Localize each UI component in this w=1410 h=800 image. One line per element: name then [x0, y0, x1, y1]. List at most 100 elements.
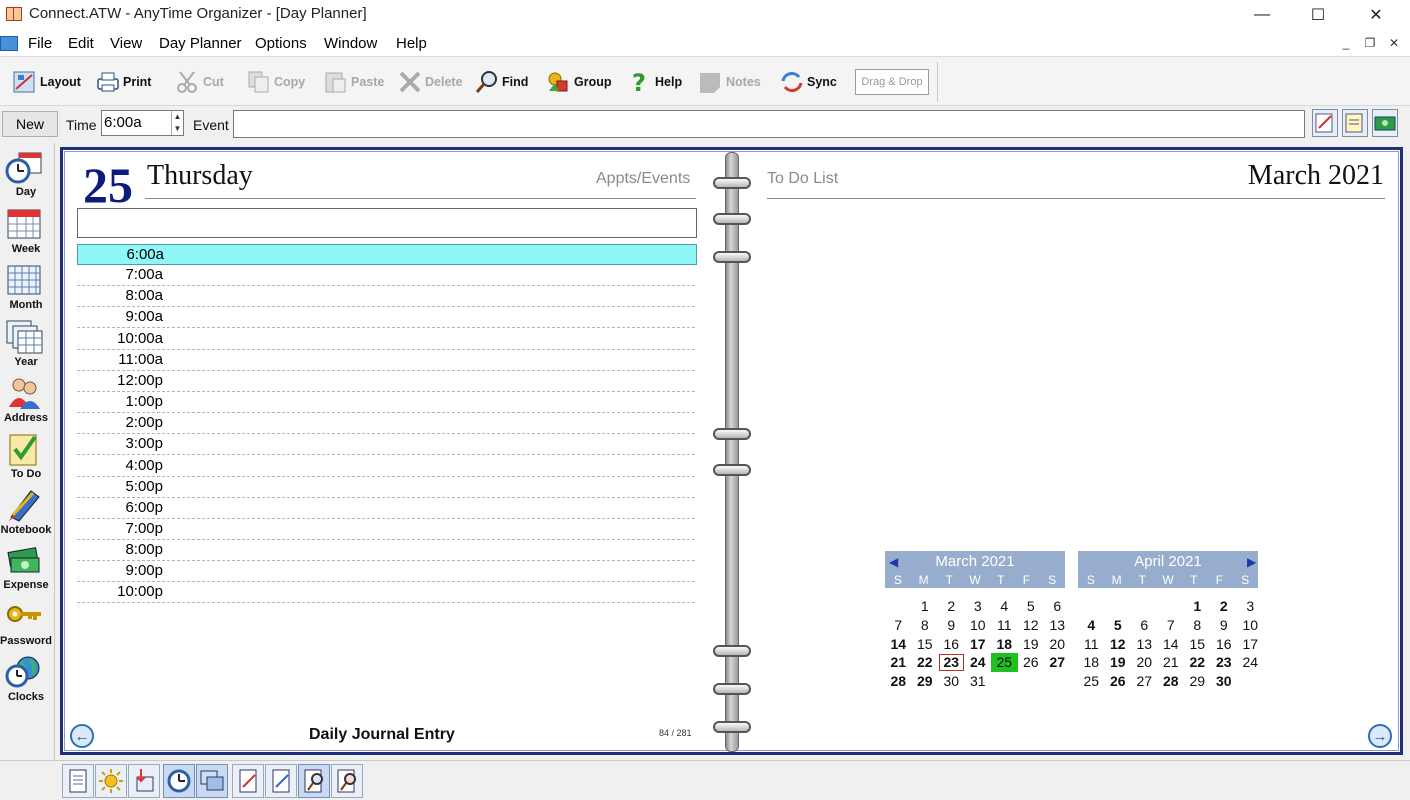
- page-view-icon[interactable]: [62, 764, 94, 798]
- calendar-day[interactable]: 5: [1018, 597, 1045, 616]
- edit-event-icon[interactable]: [1312, 109, 1338, 137]
- calendar-day[interactable]: 1: [912, 597, 939, 616]
- clock-view-icon[interactable]: [163, 764, 195, 798]
- calendar-day[interactable]: 27: [1044, 653, 1071, 672]
- previous-page-arrow-icon[interactable]: ←: [70, 724, 94, 748]
- nav-month[interactable]: Month: [0, 260, 52, 316]
- note-event-icon[interactable]: [1342, 109, 1368, 137]
- mdi-close-button[interactable]: ✕: [1385, 36, 1403, 52]
- calendar-day[interactable]: 29: [912, 672, 939, 691]
- time-slot[interactable]: 7:00p: [77, 519, 695, 540]
- calendar-day[interactable]: 2: [1211, 597, 1238, 616]
- edit-page-icon[interactable]: [232, 764, 264, 798]
- calendar-day[interactable]: 22: [912, 653, 939, 672]
- calendar-day[interactable]: 30: [1211, 672, 1238, 691]
- calendar-day[interactable]: 6: [1131, 616, 1158, 635]
- calendar-day[interactable]: 16: [938, 635, 965, 654]
- time-slot[interactable]: 10:00p: [77, 582, 695, 604]
- all-day-event-field[interactable]: [77, 208, 697, 238]
- document-icon[interactable]: [0, 36, 18, 51]
- multi-window-icon[interactable]: [196, 764, 228, 798]
- calendar-day[interactable]: 8: [912, 616, 939, 635]
- nav-year[interactable]: Year: [0, 317, 52, 373]
- time-slot[interactable]: 2:00p: [77, 413, 695, 435]
- calendar-day[interactable]: 4: [1078, 616, 1105, 635]
- time-spinner[interactable]: ▲ ▼: [171, 111, 183, 135]
- calendar-day[interactable]: 26: [1105, 672, 1132, 691]
- menu-options[interactable]: Options: [255, 35, 307, 52]
- time-slot[interactable]: 1:00p: [77, 392, 695, 414]
- calendar-day[interactable]: 28: [1158, 672, 1185, 691]
- search-page-2-icon[interactable]: [331, 764, 363, 798]
- mdi-restore-button[interactable]: ❐: [1361, 36, 1379, 52]
- menu-day-planner[interactable]: Day Planner: [159, 35, 242, 52]
- calendar-day[interactable]: 17: [1237, 635, 1264, 654]
- calendar-day[interactable]: 31: [965, 672, 992, 691]
- time-slot[interactable]: 10:00a: [77, 329, 695, 350]
- menu-file[interactable]: File: [28, 35, 52, 52]
- calendar-day[interactable]: 4: [991, 597, 1018, 616]
- group-button[interactable]: Group: [546, 66, 612, 98]
- calendar-day[interactable]: 29: [1184, 672, 1211, 691]
- time-slot[interactable]: 12:00p: [77, 371, 695, 392]
- time-slot[interactable]: 11:00a: [77, 350, 695, 371]
- daily-journal-entry[interactable]: Daily Journal Entry: [309, 726, 455, 744]
- close-button[interactable]: ✕: [1348, 0, 1404, 30]
- sun-icon[interactable]: [95, 764, 127, 798]
- calendar-day[interactable]: 11: [1078, 635, 1105, 654]
- calendar-day[interactable]: 27: [1131, 672, 1158, 691]
- calendar-day[interactable]: 28: [885, 672, 912, 691]
- time-slot[interactable]: 9:00p: [77, 561, 695, 583]
- time-field[interactable]: 6:00a ▲ ▼: [101, 110, 184, 136]
- notes-button[interactable]: Notes: [698, 66, 761, 98]
- expense-event-icon[interactable]: [1372, 109, 1398, 137]
- calendar-day[interactable]: 2: [938, 597, 965, 616]
- calendar-day[interactable]: 16: [1211, 635, 1238, 654]
- previous-month-icon[interactable]: ◀: [889, 555, 898, 569]
- nav-notebook[interactable]: Notebook: [0, 485, 52, 541]
- nav-clocks[interactable]: Clocks: [0, 652, 52, 708]
- calendar-day[interactable]: 23: [938, 653, 965, 672]
- mdi-minimize-button[interactable]: _: [1337, 36, 1355, 52]
- menu-edit[interactable]: Edit: [68, 35, 94, 52]
- calendar-day[interactable]: 21: [1158, 653, 1185, 672]
- calendar-day[interactable]: 10: [1237, 616, 1264, 635]
- calendar-day[interactable]: 11: [991, 616, 1018, 635]
- calendar-day[interactable]: 6: [1044, 597, 1071, 616]
- calendar-day[interactable]: 20: [1131, 653, 1158, 672]
- edit-page-2-icon[interactable]: [265, 764, 297, 798]
- nav-password[interactable]: Password: [0, 596, 52, 652]
- calendar-day[interactable]: 18: [1078, 653, 1105, 672]
- calendar-day[interactable]: 14: [885, 635, 912, 654]
- calendar-day[interactable]: 3: [1237, 597, 1264, 616]
- calendar-day[interactable]: 30: [938, 672, 965, 691]
- copy-button[interactable]: Copy: [246, 66, 305, 98]
- nav-week[interactable]: Week: [0, 204, 52, 260]
- calendar-day[interactable]: 18: [991, 635, 1018, 654]
- calendar-day[interactable]: 26: [1018, 653, 1045, 672]
- calendar-day[interactable]: 22: [1184, 653, 1211, 672]
- calendar-day[interactable]: 19: [1105, 653, 1132, 672]
- event-input[interactable]: [233, 110, 1305, 138]
- calendar-day[interactable]: 8: [1184, 616, 1211, 635]
- calendar-day[interactable]: 17: [965, 635, 992, 654]
- calendar-day[interactable]: 14: [1158, 635, 1185, 654]
- time-slot[interactable]: 8:00p: [77, 540, 695, 562]
- print-button[interactable]: Print: [95, 66, 151, 98]
- sync-button[interactable]: Sync: [779, 66, 837, 98]
- delete-button[interactable]: Delete: [397, 66, 463, 98]
- calendar-day[interactable]: 19: [1018, 635, 1045, 654]
- calendar-day[interactable]: 7: [1158, 616, 1185, 635]
- maximize-button[interactable]: ☐: [1290, 0, 1346, 30]
- paste-button[interactable]: Paste: [323, 66, 384, 98]
- nav-todo[interactable]: To Do: [0, 429, 52, 485]
- calendar-day[interactable]: 21: [885, 653, 912, 672]
- import-icon[interactable]: [128, 764, 160, 798]
- menu-help[interactable]: Help: [396, 35, 427, 52]
- menu-view[interactable]: View: [110, 35, 142, 52]
- minimize-button[interactable]: —: [1234, 0, 1290, 30]
- help-button[interactable]: ? Help: [627, 66, 682, 98]
- calendar-day[interactable]: 23: [1211, 653, 1238, 672]
- calendar-day[interactable]: 13: [1131, 635, 1158, 654]
- calendar-day[interactable]: 1: [1184, 597, 1211, 616]
